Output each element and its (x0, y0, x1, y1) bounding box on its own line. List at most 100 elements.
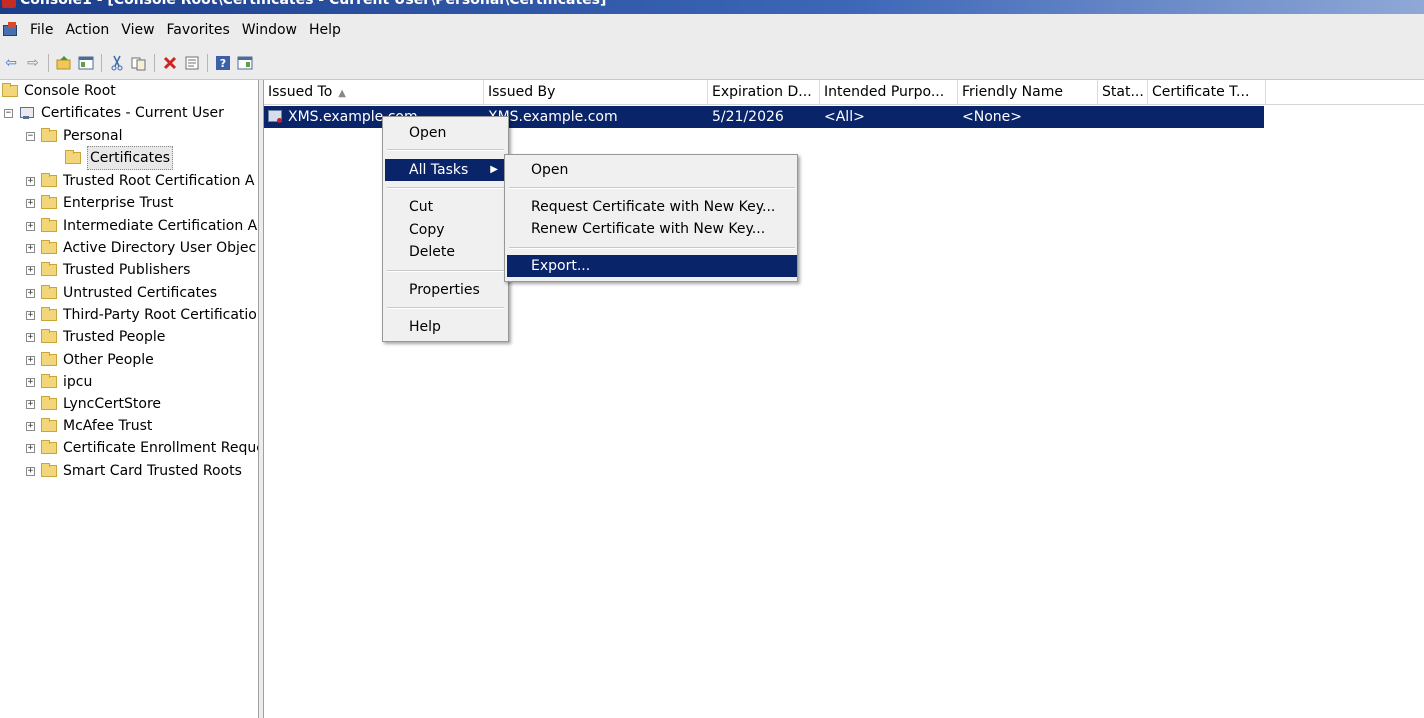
submenu-export[interactable]: Export... (507, 255, 797, 277)
context-menu: Open All Tasks ▶ Cut Copy Delete Propert… (382, 116, 509, 342)
folder-icon (41, 240, 57, 254)
expand-icon[interactable]: + (26, 265, 35, 275)
tree-node-folder[interactable]: + Intermediate Certification Au (26, 215, 258, 237)
delete-x-icon[interactable] (160, 53, 180, 73)
menu-help[interactable]: Help (303, 18, 347, 42)
tree-label: Certificates (87, 146, 174, 170)
tree-label: Personal (63, 128, 123, 144)
context-menu-all-tasks[interactable]: All Tasks ▶ (385, 159, 506, 181)
tree-node-folder[interactable]: + Untrusted Certificates (26, 282, 217, 304)
menu-view[interactable]: View (115, 18, 160, 42)
sort-ascending-icon: ▲ (338, 88, 346, 99)
tree-node-certificates[interactable]: Certificates (65, 146, 174, 170)
expand-icon[interactable]: + (26, 377, 35, 387)
tree-node-folder[interactable]: + ipcu (26, 371, 92, 393)
column-header-issued-to[interactable]: Issued To ▲ (264, 80, 484, 104)
tree-label: Certificate Enrollment Reque (63, 440, 258, 456)
submenu-open[interactable]: Open (507, 159, 797, 181)
expand-icon[interactable]: + (26, 243, 35, 253)
expand-icon[interactable]: + (26, 443, 35, 453)
tree-label: ipcu (63, 374, 93, 390)
menu-separator (387, 187, 504, 189)
context-menu-properties[interactable]: Properties (385, 279, 506, 301)
context-menu-cut[interactable]: Cut (385, 196, 506, 218)
expand-icon[interactable]: + (26, 421, 35, 431)
tree-node-certificates-current-user[interactable]: − Certificates - Current User (4, 102, 224, 124)
tree-node-folder[interactable]: + Enterprise Trust (26, 192, 173, 214)
tree-label: Trusted Root Certification A (63, 173, 255, 189)
tree-label: McAfee Trust (63, 418, 153, 434)
tree-node-folder[interactable]: + Trusted Root Certification A (26, 170, 255, 192)
forward-arrow-icon[interactable]: ⇨ (23, 53, 43, 73)
expand-icon[interactable]: + (26, 332, 35, 342)
properties-icon[interactable] (182, 53, 202, 73)
tree-node-folder[interactable]: + Third-Party Root Certificatio (26, 304, 257, 326)
tree-node-folder[interactable]: + Certificate Enrollment Reque (26, 437, 258, 459)
tree-node-folder[interactable]: + Smart Card Trusted Roots (26, 460, 242, 482)
expand-icon[interactable]: + (26, 198, 35, 208)
cut-scissors-icon[interactable] (107, 53, 127, 73)
up-one-level-icon[interactable] (54, 53, 74, 73)
expand-icon[interactable]: + (26, 399, 35, 409)
folder-icon (41, 307, 57, 321)
tree-node-folder[interactable]: + LyncCertStore (26, 393, 161, 415)
show-hide-tree-icon[interactable] (76, 53, 96, 73)
tree-node-folder[interactable]: + Trusted Publishers (26, 259, 190, 281)
tree-node-folder[interactable]: + Active Directory User Objec (26, 237, 256, 259)
tree-node-console-root[interactable]: Console Root (2, 80, 116, 102)
tree-label: Untrusted Certificates (63, 285, 217, 301)
expand-icon[interactable]: + (26, 466, 35, 476)
tree-label: Trusted People (63, 329, 166, 345)
column-header-certificate-template[interactable]: Certificate T... (1148, 80, 1266, 104)
submenu-request-certificate-new-key[interactable]: Request Certificate with New Key... (507, 196, 797, 218)
expand-icon[interactable]: + (26, 176, 35, 186)
folder-icon (41, 128, 57, 142)
cell-issued-by: XMS.example.com (488, 109, 618, 125)
folder-icon (41, 262, 57, 276)
folder-icon (41, 352, 57, 366)
context-menu-open[interactable]: Open (385, 122, 506, 144)
toolbar-separator (101, 53, 102, 72)
collapse-icon[interactable]: − (4, 108, 13, 118)
title-bar: Console1 - [Console Root\Certificates - … (0, 0, 1424, 14)
certificate-store-icon (19, 106, 35, 120)
show-hide-action-pane-icon[interactable] (235, 53, 255, 73)
expand-icon[interactable]: + (26, 310, 35, 320)
context-menu-copy[interactable]: Copy (385, 219, 506, 241)
expand-icon[interactable]: + (26, 355, 35, 365)
folder-icon (41, 218, 57, 232)
column-header-intended-purposes[interactable]: Intended Purpo... (820, 80, 958, 104)
column-header-expiration-date[interactable]: Expiration D... (708, 80, 820, 104)
list-header: Issued To ▲ Issued By Expiration D... Int… (264, 80, 1424, 105)
help-icon[interactable]: ? (213, 53, 233, 73)
expand-icon[interactable]: + (26, 221, 35, 231)
tree-node-folder[interactable]: + Other People (26, 349, 154, 371)
folder-icon (41, 285, 57, 299)
folder-icon (2, 83, 18, 97)
menu-action[interactable]: Action (59, 18, 115, 42)
back-arrow-icon[interactable]: ⇦ (1, 53, 21, 73)
tree-node-folder[interactable]: + Trusted People (26, 326, 165, 348)
tree-node-personal[interactable]: − Personal (26, 125, 123, 147)
menu-file[interactable]: File (24, 18, 59, 42)
folder-icon (41, 463, 57, 477)
submenu-renew-certificate-new-key[interactable]: Renew Certificate with New Key... (507, 218, 797, 240)
collapse-icon[interactable]: − (26, 131, 35, 141)
tree-node-folder[interactable]: + McAfee Trust (26, 415, 152, 437)
menu-window[interactable]: Window (236, 18, 303, 42)
column-header-friendly-name[interactable]: Friendly Name (958, 80, 1098, 104)
column-label: Intended Purpo... (824, 84, 945, 100)
context-menu-delete[interactable]: Delete (385, 241, 506, 263)
console-icon[interactable] (2, 22, 18, 38)
folder-icon (41, 173, 57, 187)
cell-expiration: 5/21/2026 (712, 109, 784, 125)
column-label: Issued To (268, 84, 333, 100)
expand-icon[interactable]: + (26, 288, 35, 298)
copy-icon[interactable] (129, 53, 149, 73)
column-header-issued-by[interactable]: Issued By (484, 80, 708, 104)
toolbar-separator (48, 53, 49, 72)
menu-favorites[interactable]: Favorites (161, 18, 236, 42)
column-header-status[interactable]: Stat... (1098, 80, 1148, 104)
context-menu-help[interactable]: Help (385, 316, 506, 338)
toolbar: ⇦ ⇨ ? (0, 46, 1424, 80)
